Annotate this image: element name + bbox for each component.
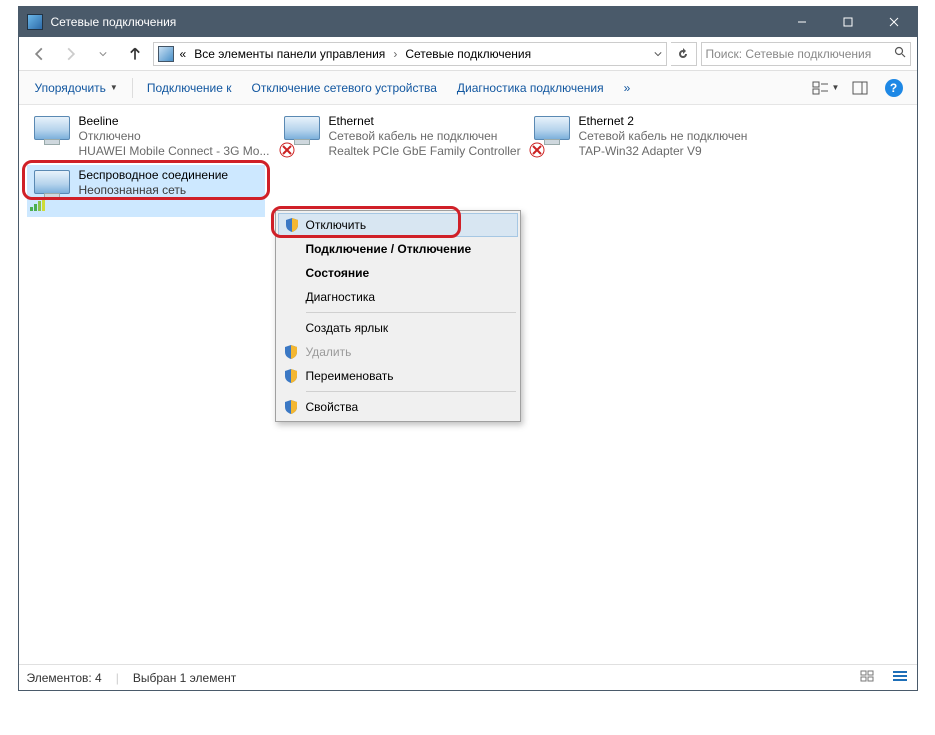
item-status: Неопознанная сеть [79,183,229,198]
refresh-button[interactable] [671,42,697,66]
shield-icon [283,344,299,360]
shield-icon [283,399,299,415]
more-commands-button[interactable]: » [616,77,639,99]
breadcrumb[interactable]: « Все элементы панели управления › Сетев… [153,42,667,66]
crumb-dropdown-icon[interactable] [654,47,662,61]
recent-dropdown[interactable] [89,42,117,66]
item-name: Ethernet [329,114,521,129]
status-bar: Элементов: 4 | Выбран 1 элемент [19,664,917,690]
menu-diag[interactable]: Диагностика [278,285,518,309]
search-placeholder: Поиск: Сетевые подключения [706,47,872,61]
search-icon [894,46,906,61]
organize-button[interactable]: Упорядочить▼ [27,77,126,99]
item-adapter: TAP-Win32 Adapter V9 [579,144,748,159]
toolbar: Упорядочить▼ Подключение к Отключение се… [19,71,917,105]
item-adapter: HUAWEI Mobile Connect - 3G Mo... [79,144,270,159]
connection-item-wireless-selected[interactable]: Беспроводное соединение Неопознанная сет… [27,165,265,217]
close-button[interactable] [871,7,917,37]
view-large-icon[interactable] [859,669,877,686]
status-selected: Выбран 1 элемент [133,671,236,685]
disable-device-button[interactable]: Отключение сетевого устройства [244,77,445,99]
signal-overlay-icon [28,195,46,213]
diagnose-button[interactable]: Диагностика подключения [449,77,612,99]
crumb-prefix: « [178,45,189,63]
item-adapter: Realtek PCIe GbE Family Controller [329,144,521,159]
help-icon: ? [885,79,903,97]
menu-separator [306,391,516,392]
view-options-button[interactable]: ▼ [811,76,841,100]
window-frame: Сетевые подключения « Все элементы панел… [18,6,918,691]
connect-to-button[interactable]: Подключение к [139,77,240,99]
content-area: Beeline Отключено HUAWEI Mobile Connect … [19,105,917,664]
menu-delete[interactable]: Удалить [278,340,518,364]
location-icon [158,46,174,62]
item-status: Сетевой кабель не подключен [579,129,748,144]
menu-status[interactable]: Состояние [278,261,518,285]
menu-connect[interactable]: Подключение / Отключение [278,237,518,261]
connection-item-beeline[interactable]: Beeline Отключено HUAWEI Mobile Connect … [27,111,277,163]
titlebar[interactable]: Сетевые подключения [19,7,917,37]
view-details-icon[interactable] [891,669,909,686]
item-name: Беспроводное соединение [79,168,229,183]
connection-item-ethernet2[interactable]: Ethernet 2 Сетевой кабель не подключен T… [527,111,777,163]
back-button[interactable] [25,42,53,66]
window-buttons [779,7,917,37]
window-title: Сетевые подключения [51,15,779,29]
error-overlay-icon [528,141,546,159]
menu-props[interactable]: Свойства [278,395,518,419]
maximize-button[interactable] [825,7,871,37]
shield-icon [284,217,300,233]
help-button[interactable]: ? [879,76,909,100]
search-input[interactable]: Поиск: Сетевые подключения [701,42,911,66]
forward-button[interactable] [57,42,85,66]
menu-separator [306,312,516,313]
minimize-button[interactable] [779,7,825,37]
menu-disable[interactable]: Отключить [278,213,518,237]
shield-icon [283,368,299,384]
crumb-seg2[interactable]: Сетевые подключения [403,45,533,63]
menu-shortcut[interactable]: Создать ярлык [278,316,518,340]
item-name: Beeline [79,114,270,129]
item-status: Сетевой кабель не подключен [329,129,521,144]
item-status: Отключено [79,129,270,144]
app-icon [27,14,43,30]
menu-rename[interactable]: Переименовать [278,364,518,388]
context-menu: Отключить Подключение / Отключение Состо… [275,210,521,422]
preview-pane-button[interactable] [845,76,875,100]
address-bar: « Все элементы панели управления › Сетев… [19,37,917,71]
error-overlay-icon [278,141,296,159]
item-name: Ethernet 2 [579,114,748,129]
status-count: Элементов: 4 [27,671,102,685]
up-button[interactable] [121,42,149,66]
crumb-sep: › [391,45,399,63]
connection-item-ethernet[interactable]: Ethernet Сетевой кабель не подключен Rea… [277,111,527,163]
crumb-seg1[interactable]: Все элементы панели управления [192,45,387,63]
